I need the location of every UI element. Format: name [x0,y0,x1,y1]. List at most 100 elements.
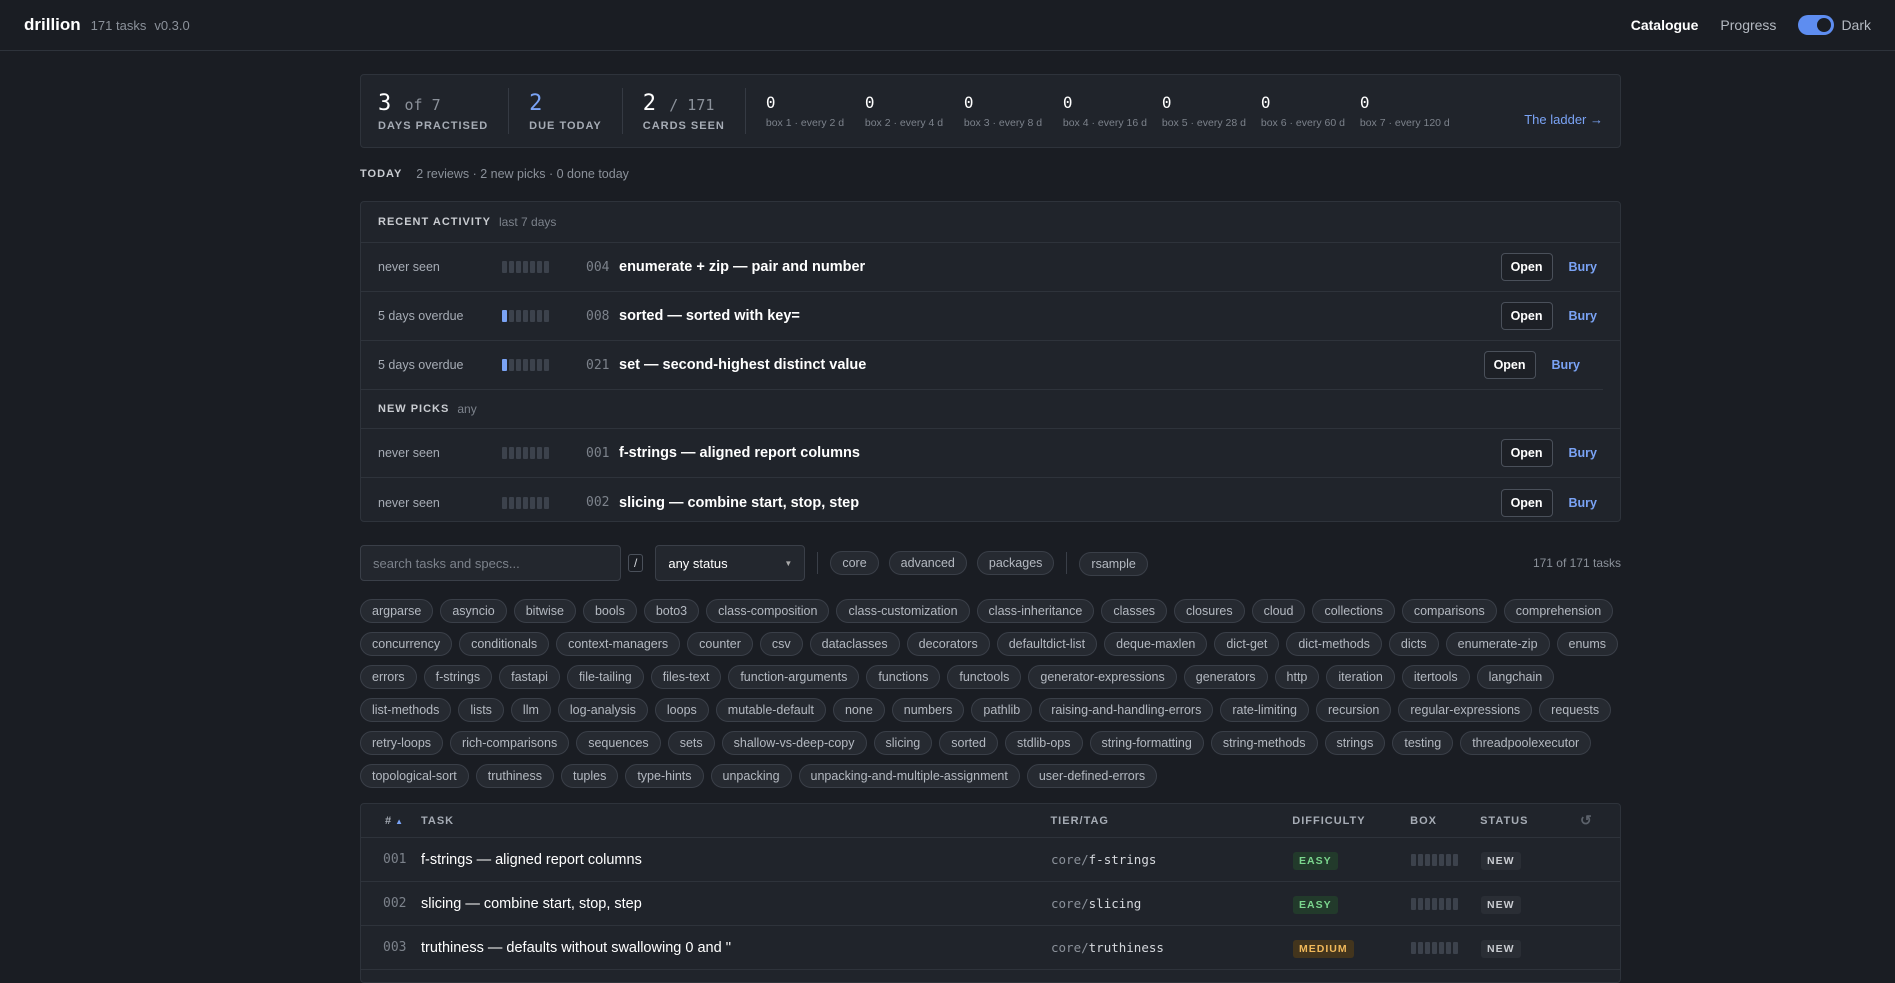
bury-button[interactable]: Bury [1552,358,1580,372]
column-number[interactable]: # ▲ [361,815,421,827]
tag-filter[interactable]: numbers [891,698,965,722]
tag-filter[interactable]: argparse [360,599,434,623]
task-title[interactable]: sorted — sorted with key= [619,308,1501,324]
tag-filter[interactable]: iteration [1326,665,1395,689]
tag-filter[interactable]: enumerate-zip [1445,632,1550,656]
bury-button[interactable]: Bury [1569,260,1597,274]
tag-filter[interactable]: tuples [560,764,619,788]
tag-filter[interactable]: functools [947,665,1022,689]
tag-filter[interactable]: generators [1183,665,1268,689]
tag-filter[interactable]: unpacking-and-multiple-assignment [798,764,1020,788]
tag-filter[interactable]: closures [1174,599,1245,623]
tag-filter[interactable]: comprehension [1503,599,1614,623]
tag-filter[interactable]: dataclasses [809,632,900,656]
tag-filter[interactable]: class-composition [706,599,830,623]
task-title[interactable]: set — second-highest distinct value [619,357,1484,373]
open-button[interactable]: Open [1500,302,1553,330]
table-row[interactable]: 003 truthiness — defaults without swallow… [361,926,1620,970]
tag-filter[interactable]: functions [866,665,941,689]
tag-filter[interactable]: lists [458,698,504,722]
theme-switch[interactable] [1798,15,1835,35]
app-logo[interactable]: drillion [24,15,81,35]
open-button[interactable]: Open [1500,488,1553,517]
tag-filter[interactable]: sorted [939,731,999,755]
tag-filter[interactable]: conditionals [459,632,550,656]
ladder-link[interactable]: The ladder → [1524,112,1603,127]
tag-filter[interactable]: asyncio [440,599,507,623]
tag-filter[interactable]: dict-get [1214,632,1280,656]
open-button[interactable]: Open [1483,351,1536,379]
tag-filter[interactable]: mutable-default [715,698,826,722]
task-title[interactable]: enumerate + zip — pair and number [619,259,1501,275]
nav-catalogue[interactable]: Catalogue [1631,17,1699,33]
tag-filter[interactable]: file-tailing [566,665,644,689]
tag-filter[interactable]: log-analysis [557,698,648,722]
tag-filter[interactable]: dicts [1388,632,1439,656]
tag-filter[interactable]: itertools [1401,665,1470,689]
open-button[interactable]: Open [1500,439,1553,467]
tag-filter[interactable]: retry-loops [360,731,444,755]
tag-filter[interactable]: sequences [576,731,661,755]
table-row[interactable]: 002 slicing — combine start, stop, step co… [361,882,1620,926]
tag-filter[interactable]: topological-sort [360,764,469,788]
tag-filter[interactable]: cloud [1251,599,1306,623]
tag-filter[interactable]: loops [654,698,709,722]
tag-filter[interactable]: type-hints [625,764,704,788]
status-select[interactable]: any status ▼ [655,545,806,581]
tag-filter[interactable]: bools [582,599,637,623]
tag-filter[interactable]: sets [667,731,715,755]
tag-filter[interactable]: enums [1556,632,1619,656]
tag-filter[interactable]: f-strings [423,665,493,689]
tag-filter[interactable]: recursion [1315,698,1392,722]
tag-filter[interactable]: counter [687,632,753,656]
tag-filter[interactable]: files-text [650,665,722,689]
tag-filter[interactable]: unpacking [710,764,792,788]
search-input[interactable]: search tasks and specs... [360,545,621,581]
tag-filter[interactable]: pathlib [971,698,1033,722]
tag-filter[interactable]: shallow-vs-deep-copy [721,731,867,755]
tag-filter[interactable]: generator-expressions [1028,665,1177,689]
task-name[interactable]: truthiness — defaults without swallowing… [421,940,1051,956]
tag-filter[interactable]: regular-expressions [1398,698,1533,722]
tag-filter[interactable]: string-methods [1210,731,1318,755]
tag-filter[interactable]: bitwise [513,599,576,623]
tag-filter[interactable]: stdlib-ops [1005,731,1083,755]
refresh-icon[interactable]: ↺ [1580,812,1593,828]
column-tier[interactable]: TIER/TAG [1050,815,1292,827]
tag-filter[interactable]: context-managers [556,632,681,656]
tier-filter-packages[interactable]: packages [976,551,1055,575]
tier-filter-advanced[interactable]: advanced [888,551,967,575]
column-status[interactable]: STATUS [1480,815,1580,827]
column-task[interactable]: TASK [421,815,1050,827]
nav-progress[interactable]: Progress [1720,17,1776,33]
task-name[interactable]: slicing — combine start, stop, step [421,896,1051,912]
tag-filter[interactable]: slicing [873,731,933,755]
tag-filter[interactable]: concurrency [360,632,453,656]
theme-toggle[interactable]: Dark [1798,15,1871,35]
tag-filter[interactable]: string-formatting [1089,731,1204,755]
tag-filter[interactable]: http [1274,665,1320,689]
tag-filter[interactable]: threadpoolexecutor [1460,731,1592,755]
tag-filter[interactable]: class-customization [836,599,970,623]
table-row[interactable]: 001 f-strings — aligned report columns cor… [361,838,1620,882]
open-button[interactable]: Open [1500,253,1553,281]
bury-button[interactable]: Bury [1569,309,1597,323]
tag-filter[interactable]: requests [1539,698,1612,722]
tag-filter[interactable]: testing [1392,731,1454,755]
tag-filter[interactable]: none [832,698,885,722]
tag-filter[interactable]: list-methods [360,698,452,722]
tag-filter[interactable]: strings [1324,731,1386,755]
tag-filter[interactable]: classes [1101,599,1168,623]
tag-filter[interactable]: defaultdict-list [996,632,1098,656]
tag-filter[interactable]: truthiness [475,764,554,788]
tag-filter[interactable]: boto3 [643,599,700,623]
tag-filter[interactable]: rich-comparisons [450,731,570,755]
column-box[interactable]: BOX [1410,815,1480,827]
tag-filter[interactable]: rate-limiting [1220,698,1309,722]
tag-filter[interactable]: fastapi [499,665,560,689]
task-title[interactable]: slicing — combine start, stop, step [619,495,1501,511]
tag-filter[interactable]: collections [1312,599,1395,623]
tag-filter[interactable]: raising-and-handling-errors [1039,698,1214,722]
tag-filter[interactable]: llm [510,698,551,722]
tag-filter[interactable]: errors [360,665,417,689]
